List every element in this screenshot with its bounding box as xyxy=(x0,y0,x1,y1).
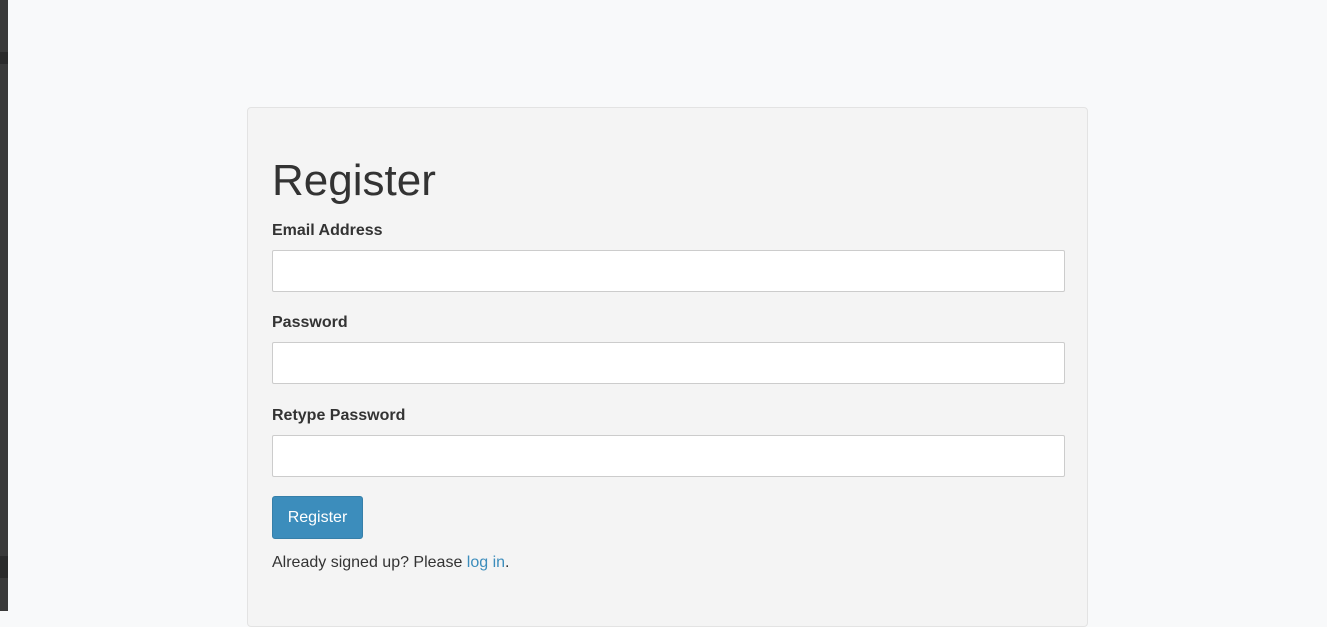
email-label: Email Address xyxy=(272,222,383,239)
window-edge-segment xyxy=(0,556,8,578)
password-label: Password xyxy=(272,314,348,331)
register-button[interactable]: Register xyxy=(272,496,363,539)
email-field[interactable] xyxy=(272,250,1065,292)
retype-password-field[interactable] xyxy=(272,435,1065,477)
login-prompt-suffix: . xyxy=(505,554,510,571)
register-card: Register Email Address Password Retype P… xyxy=(247,107,1088,627)
login-link[interactable]: log in xyxy=(467,554,505,571)
password-field[interactable] xyxy=(272,342,1065,384)
retype-password-label: Retype Password xyxy=(272,407,406,424)
window-left-edge xyxy=(0,0,8,611)
login-prompt: Already signed up? Please log in. xyxy=(272,553,510,573)
page-content: Register Email Address Password Retype P… xyxy=(8,0,1327,627)
window-edge-segment xyxy=(0,52,8,64)
login-prompt-prefix: Already signed up? Please xyxy=(272,554,467,571)
page-title: Register xyxy=(272,156,436,205)
